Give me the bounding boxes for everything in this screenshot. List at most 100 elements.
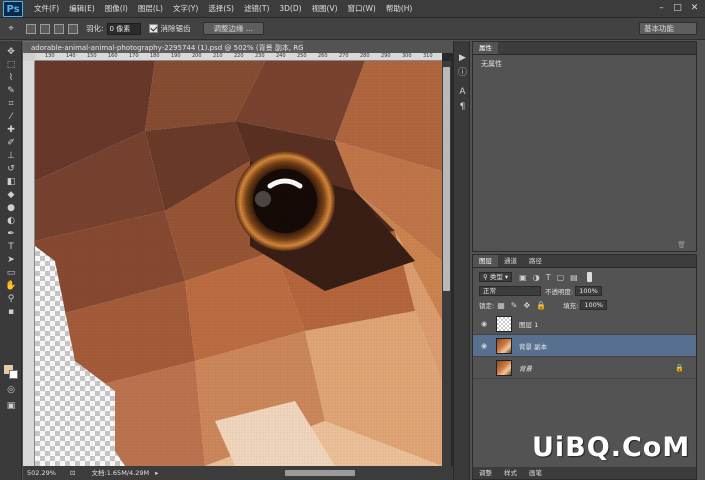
status-arrow-icon[interactable]: ⊡ [70, 469, 75, 477]
visibility-eye-icon[interactable]: ◉ [478, 320, 490, 328]
opacity-input[interactable]: 100% [575, 286, 602, 296]
menu-view[interactable]: 视图(V) [307, 3, 343, 14]
ruler-mark: 170 [129, 53, 139, 59]
ruler-mark: 240 [276, 53, 286, 59]
move-tool-icon[interactable]: ✥ [4, 46, 18, 58]
add-selection-icon[interactable] [40, 23, 50, 34]
menu-help[interactable]: 帮助(H) [381, 3, 418, 14]
lock-position-icon[interactable]: ✥ [523, 301, 530, 310]
filter-smart-object-icon[interactable]: ▤ [570, 273, 578, 282]
opacity-label: 不透明度: [545, 288, 574, 296]
layer-row-background-copy[interactable]: ◉ 背景 副本 [473, 335, 696, 357]
history-brush-tool-icon[interactable]: ↺ [4, 163, 18, 175]
tab-layers[interactable]: 图层 [473, 255, 498, 267]
menu-image[interactable]: 图像(I) [100, 3, 133, 14]
blur-tool-icon[interactable]: ● [4, 202, 18, 214]
layer-name[interactable]: 背景 副本 [519, 341, 547, 351]
status-menu-icon[interactable]: ▸ [155, 469, 158, 477]
crop-tool-icon[interactable]: ⌗ [4, 98, 18, 110]
blend-mode-select[interactable]: 正常 [479, 286, 541, 296]
lock-all-icon[interactable]: 🔒 [536, 301, 546, 310]
layer-filter-select[interactable]: ⚲ 类型 ▾ [479, 272, 513, 282]
layer-row-layer1[interactable]: ◉ 图层 1 [473, 313, 696, 335]
healing-brush-tool-icon[interactable]: ✚ [4, 124, 18, 136]
layer-name[interactable]: 背景 [519, 363, 532, 373]
minimize-icon[interactable]: – [655, 2, 668, 14]
new-selection-icon[interactable] [26, 23, 36, 34]
ruler-mark: 250 [297, 53, 307, 59]
pen-tool-icon[interactable]: ✒ [4, 228, 18, 240]
quick-select-tool-icon[interactable]: ✎ [4, 85, 18, 97]
close-icon[interactable]: ✕ [688, 2, 701, 14]
refine-edge-button[interactable]: 调整边缘 ... [202, 22, 265, 35]
lock-transparency-icon[interactable]: ▦ [497, 301, 505, 310]
lock-pixels-icon[interactable]: ✎ [511, 301, 518, 310]
tab-properties[interactable]: 属性 [473, 42, 498, 54]
antialias-checkbox[interactable] [148, 24, 158, 33]
document-tab[interactable]: adorable-animal-animal-photography-22957… [23, 41, 303, 53]
tab-styles[interactable]: 样式 [498, 467, 523, 479]
zoom-level[interactable]: 502.29% [27, 469, 56, 477]
maximize-icon[interactable]: □ [671, 2, 684, 14]
marquee-tool-icon[interactable]: ⬚ [4, 59, 18, 71]
workspace-select[interactable]: 基本功能 [639, 22, 697, 35]
tab-paths[interactable]: 路径 [523, 255, 548, 267]
menu-filter[interactable]: 滤镜(T) [239, 3, 274, 14]
ruler-origin[interactable] [23, 53, 35, 61]
path-select-tool-icon[interactable]: ➤ [4, 254, 18, 266]
zoom-tool-icon[interactable]: ⚲ [4, 293, 18, 305]
filter-pixel-icon[interactable]: ▣ [519, 273, 527, 282]
tab-adjustments[interactable]: 调整 [473, 467, 498, 479]
rectangle-tool-icon[interactable]: ▭ [4, 267, 18, 279]
dodge-tool-icon[interactable]: ◐ [4, 215, 18, 227]
play-icon[interactable]: ▶ [457, 53, 468, 64]
layer-thumbnail [496, 315, 512, 332]
layer-row-background[interactable]: 背景 🔒 [473, 357, 696, 379]
hand-tool-icon[interactable]: ✋ [4, 280, 18, 292]
eyedropper-tool-icon[interactable]: ⁄ [4, 111, 18, 123]
clone-stamp-tool-icon[interactable]: ⊥ [4, 150, 18, 162]
menu-type[interactable]: 文字(Y) [168, 3, 203, 14]
polygonal-lasso-preset-icon[interactable]: ⌖ [4, 23, 18, 35]
subtract-selection-icon[interactable] [54, 23, 64, 34]
status-bar: 502.29% ⊡ 文档:1.65M/4.29M ▸ [23, 466, 453, 480]
quick-mask-icon[interactable]: ◎ [4, 384, 18, 396]
feather-input[interactable]: 0 像素 [106, 22, 141, 35]
menu-edit[interactable]: 编辑(E) [64, 3, 100, 14]
filter-type-icon[interactable]: T [546, 273, 551, 282]
ruler-mark: 310 [423, 53, 433, 59]
default-colors-icon[interactable]: ▪ [4, 306, 18, 318]
eraser-tool-icon[interactable]: ◧ [4, 176, 18, 188]
vertical-scroll-thumb[interactable] [443, 67, 450, 291]
ruler-mark: 160 [108, 53, 118, 59]
layer-name[interactable]: 图层 1 [519, 319, 538, 329]
tab-brushes[interactable]: 画笔 [523, 467, 548, 479]
character-icon[interactable]: A [457, 87, 468, 98]
tools-panel: ✥ ⬚ ⌇ ✎ ⌗ ⁄ ✚ ✐ ⊥ ↺ ◧ ◆ ● ◐ ✒ T ➤ ▭ ✋ ⚲ … [0, 41, 22, 480]
background-color-swatch[interactable] [9, 370, 18, 379]
info-icon[interactable]: ⓘ [457, 68, 468, 79]
filter-toggle[interactable] [586, 272, 592, 282]
menu-3d[interactable]: 3D(D) [274, 4, 306, 13]
screen-mode-icon[interactable]: ▣ [4, 400, 18, 412]
filter-adjustment-icon[interactable]: ◑ [533, 273, 540, 282]
paragraph-icon[interactable]: ¶ [457, 102, 468, 113]
vertical-scrollbar[interactable] [442, 61, 451, 466]
fill-label: 填充: [563, 302, 579, 310]
visibility-eye-icon[interactable]: ◉ [478, 342, 490, 350]
menu-select[interactable]: 选择(S) [203, 3, 239, 14]
intersect-selection-icon[interactable] [68, 23, 78, 34]
type-tool-icon[interactable]: T [4, 241, 18, 253]
lasso-tool-icon[interactable]: ⌇ [4, 72, 18, 84]
paint-bucket-tool-icon[interactable]: ◆ [4, 189, 18, 201]
menu-window[interactable]: 窗口(W) [343, 3, 381, 14]
menu-layer[interactable]: 图层(L) [133, 3, 168, 14]
menu-file[interactable]: 文件(F) [29, 3, 64, 14]
horizontal-scroll-thumb[interactable] [285, 470, 355, 476]
brush-tool-icon[interactable]: ✐ [4, 137, 18, 149]
fill-input[interactable]: 100% [580, 300, 607, 310]
tab-channels[interactable]: 通道 [498, 255, 523, 267]
filter-shape-icon[interactable]: ▢ [557, 273, 565, 282]
document-canvas[interactable] [35, 61, 442, 466]
trash-icon[interactable]: 🗑 [677, 241, 686, 249]
